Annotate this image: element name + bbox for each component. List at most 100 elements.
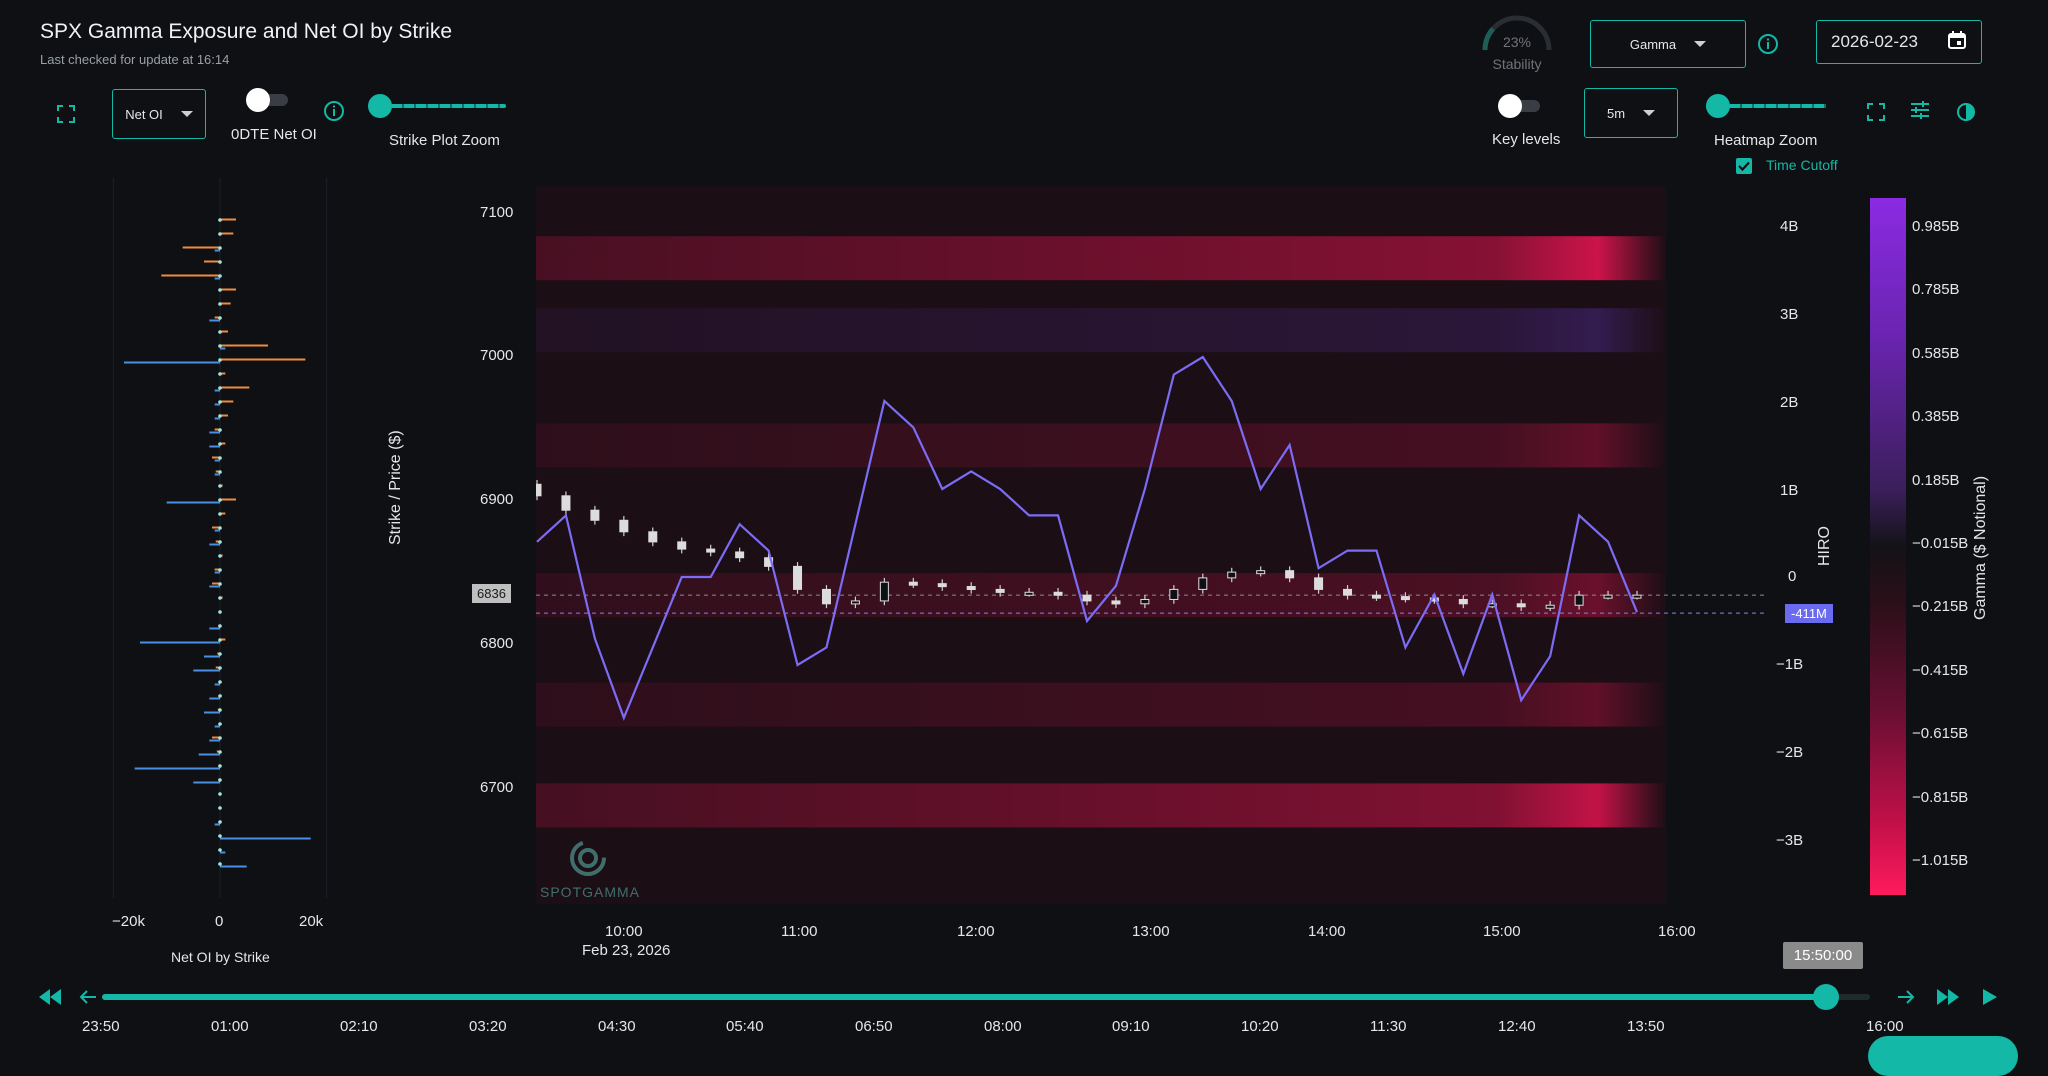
candle <box>1285 570 1295 579</box>
hiro-axis-label: HIRO <box>1816 526 1833 566</box>
interval-select[interactable]: 5m <box>1584 88 1678 138</box>
check-icon <box>1738 161 1750 172</box>
future-region <box>1666 186 1768 904</box>
step-forward-icon[interactable] <box>1894 985 1918 1009</box>
oi-bar-call <box>220 288 236 291</box>
step-back-icon[interactable] <box>76 985 100 1009</box>
expand-icon[interactable] <box>54 102 78 126</box>
interval-select-value: 5m <box>1606 105 1626 121</box>
oi-bar-put <box>134 767 220 770</box>
timeline-tick: 11:30 <box>1370 1018 1407 1035</box>
oi-bar-put <box>220 865 247 868</box>
y-tick: 6900 <box>480 491 514 508</box>
gamma-heatmap-chart <box>536 186 1768 904</box>
oi-bar-put <box>140 641 220 644</box>
oi-marker <box>218 456 222 460</box>
timeline-tick: 16:00 <box>1866 1018 1904 1035</box>
candle <box>1603 594 1613 599</box>
sliders-icon[interactable] <box>1908 98 1932 122</box>
odte-toggle[interactable] <box>246 88 294 112</box>
heatmap-zoom-slider[interactable] <box>1706 94 1826 118</box>
candle <box>1343 588 1353 596</box>
timeline-tick: 08:00 <box>984 1018 1022 1035</box>
oi-marker <box>218 414 222 418</box>
colorbar-tick: −0.215B <box>1912 598 1969 616</box>
help-button[interactable] <box>1868 1036 2018 1076</box>
strike-zoom-slider[interactable] <box>368 94 506 118</box>
timeline-track[interactable] <box>102 984 1870 1010</box>
oi-marker <box>218 316 222 320</box>
oi-bar-put <box>209 445 220 448</box>
oi-marker <box>218 638 222 642</box>
oi-marker <box>218 260 222 264</box>
oi-bar-call <box>220 400 234 403</box>
slider-knob[interactable] <box>1706 94 1730 118</box>
oi-marker <box>218 442 222 446</box>
time-cutoff-label: Time Cutoff <box>1766 157 1838 173</box>
info-icon[interactable] <box>1756 32 1780 56</box>
oi-marker <box>218 736 222 740</box>
colorbar-tick: 0.185B <box>1912 471 1960 489</box>
colorbar-label: Gamma ($ Notional) <box>1972 475 1989 620</box>
oi-marker <box>218 778 222 782</box>
candle <box>1371 594 1381 599</box>
oi-bar-put <box>198 753 220 756</box>
slider-knob[interactable] <box>368 94 392 118</box>
x-tick: 13:00 <box>1132 923 1170 940</box>
colorbar-tick: −0.015B <box>1912 535 1969 552</box>
oi-marker <box>218 526 222 530</box>
x-date-label: Feb 23, 2026 <box>582 942 671 959</box>
oi-marker <box>218 386 222 390</box>
oi-bar-put <box>166 501 220 504</box>
oi-marker <box>218 820 222 824</box>
watermark-text: SPOTGAMMA <box>540 884 641 900</box>
timeline-tick: 23:50 <box>82 1018 120 1035</box>
oi-select[interactable]: Net OI <box>112 89 206 139</box>
colorbar-tick: 0.585B <box>1912 344 1960 362</box>
oi-bar-put <box>209 319 220 322</box>
key-levels-toggle[interactable] <box>1498 94 1546 118</box>
calendar-icon <box>1947 30 1967 55</box>
x-tick: 12:00 <box>957 923 995 940</box>
timeline-tick: 10:20 <box>1241 1018 1279 1035</box>
candle <box>1256 570 1266 575</box>
oi-marker <box>218 708 222 712</box>
oi-marker <box>218 806 222 810</box>
chevron-down-icon <box>1643 110 1656 116</box>
spotgamma-logo: SPOTGAMMA <box>540 838 650 902</box>
metric-select[interactable]: Gamma <box>1590 20 1746 68</box>
oi-bar-put <box>209 739 220 742</box>
oi-bar-put <box>193 669 220 672</box>
key-levels-label: Key levels <box>1492 131 1561 148</box>
candle <box>1198 577 1208 590</box>
hiro-tick: −2B <box>1776 744 1804 761</box>
rewind-icon[interactable] <box>38 985 62 1009</box>
oi-select-value: Net OI <box>125 106 163 122</box>
oi-marker <box>218 582 222 586</box>
candle <box>937 583 947 588</box>
oi-marker <box>218 344 222 348</box>
contrast-icon[interactable] <box>1954 100 1978 124</box>
oi-marker <box>218 246 222 250</box>
strike-x-tick: 0 <box>215 913 224 930</box>
expand-icon[interactable] <box>1864 100 1888 124</box>
oi-marker <box>218 358 222 362</box>
x-tick: 16:00 <box>1658 923 1696 940</box>
strike-zoom-label: Strike Plot Zoom <box>389 132 500 149</box>
date-picker[interactable]: 2026-02-23 <box>1816 20 1982 64</box>
candle <box>1516 603 1526 608</box>
oi-bar-put <box>214 277 220 280</box>
time-cutoff-checkbox[interactable] <box>1736 158 1752 174</box>
candle <box>1545 604 1555 609</box>
hiro-tick: 0 <box>1788 568 1797 585</box>
oi-bar-put <box>220 347 226 350</box>
oi-bar-put <box>124 361 220 364</box>
oi-marker <box>218 722 222 726</box>
oi-marker <box>218 498 222 502</box>
play-icon[interactable] <box>1978 985 2002 1009</box>
heatmap-band <box>536 682 1666 727</box>
timeline-knob[interactable] <box>1812 984 1839 1010</box>
info-icon[interactable] <box>322 99 346 123</box>
toggle-knob <box>1498 94 1522 118</box>
fast-forward-icon[interactable] <box>1936 985 1960 1009</box>
